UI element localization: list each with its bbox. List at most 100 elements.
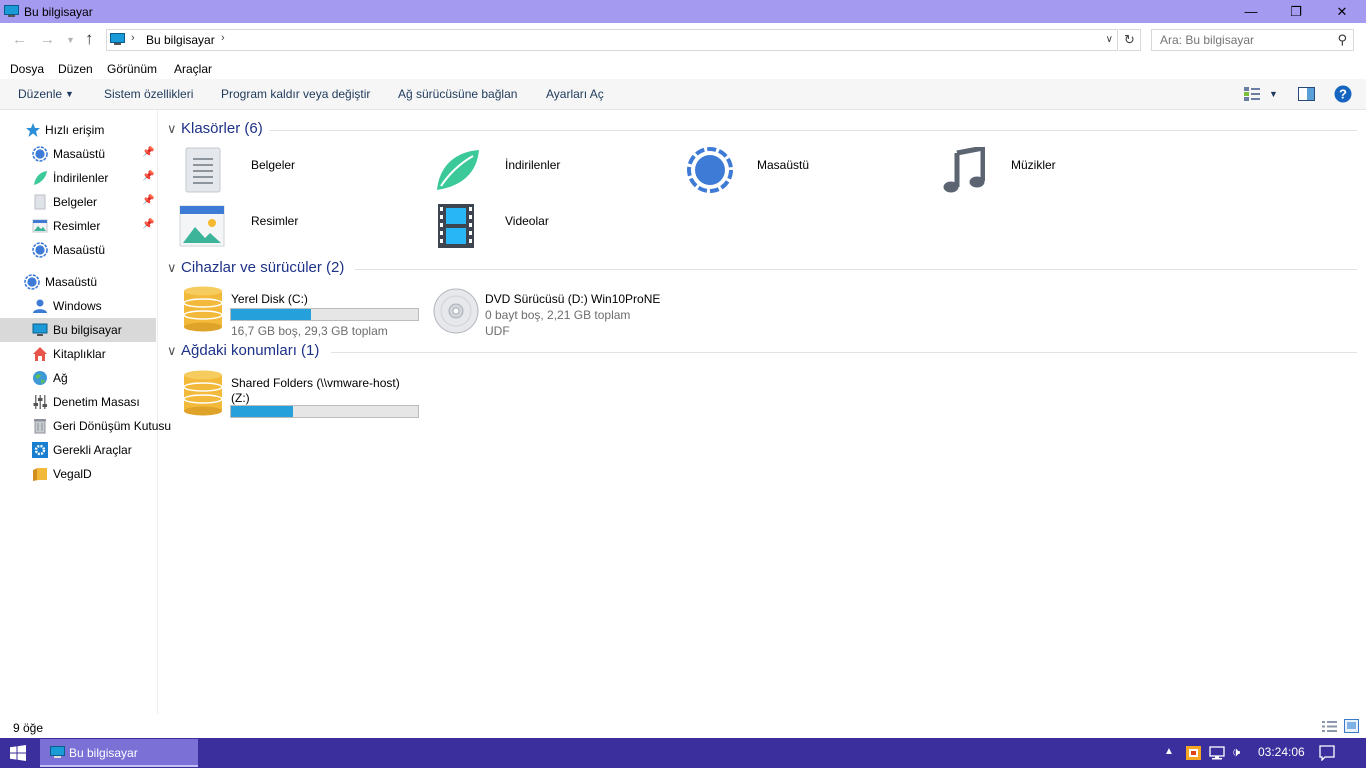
nav-windows[interactable]: Windows: [0, 294, 156, 318]
action-center-icon[interactable]: [1319, 745, 1335, 761]
folder-tile-music[interactable]: Müzikler: [939, 145, 1189, 195]
item-count: 9 öğe: [13, 721, 44, 735]
documents-icon: [185, 147, 221, 193]
nav-vegald[interactable]: VegalD: [0, 462, 156, 486]
group-divider: [355, 269, 1357, 270]
group-header-devices[interactable]: ∨ Cihazlar ve sürücüler (2): [167, 259, 1357, 279]
large-icons-view-icon[interactable]: [1344, 719, 1359, 733]
title-bar[interactable]: Bu bilgisayar — ❐ ✕: [0, 0, 1366, 23]
maximize-button[interactable]: ❐: [1273, 0, 1319, 23]
control-panel-icon: [33, 395, 47, 409]
volume-icon[interactable]: 🕩: [1232, 744, 1240, 760]
nav-recycle-bin[interactable]: Geri Dönüşüm Kutusu: [0, 414, 171, 438]
nav-desktop-root[interactable]: Masaüstü: [0, 270, 156, 294]
nav-quick-desktop[interactable]: Masaüstü 📌: [0, 142, 156, 166]
folder-tile-pictures[interactable]: Resimler: [179, 201, 429, 251]
nav-quick-documents[interactable]: Belgeler 📌: [0, 190, 156, 214]
tray-app-icon[interactable]: [1186, 746, 1201, 760]
folder-tile-videos[interactable]: Videolar: [433, 201, 683, 251]
folder-tile-documents[interactable]: Belgeler: [179, 145, 429, 195]
nav-quick-desktop-2[interactable]: Masaüstü: [0, 238, 156, 262]
nav-this-pc[interactable]: Bu bilgisayar: [0, 318, 156, 342]
network-status-icon[interactable]: [1209, 746, 1225, 760]
computer-icon: [4, 5, 19, 17]
organize-button[interactable]: Düzenle: [18, 87, 62, 101]
group-header-folders[interactable]: ∨ Klasörler (6): [167, 120, 1357, 140]
help-icon[interactable]: ?: [1334, 85, 1352, 103]
collapse-chevron-icon[interactable]: ∨: [167, 343, 177, 359]
nav-quick-pictures[interactable]: Resimler 📌: [0, 214, 156, 238]
nav-quick-downloads[interactable]: İndirilenler 📌: [0, 166, 156, 190]
open-settings-button[interactable]: Ayarları Aç: [546, 87, 604, 101]
downloads-icon: [437, 150, 479, 190]
address-dropdown-chevron-icon[interactable]: ∨: [1106, 34, 1113, 45]
refresh-button[interactable]: ↻: [1119, 29, 1141, 51]
uninstall-program-button[interactable]: Program kaldır veya değiştir: [221, 87, 370, 101]
address-field[interactable]: › Bu bilgisayar › ∨: [106, 29, 1118, 51]
desktop-icon: [32, 242, 48, 258]
search-input[interactable]: [1160, 33, 1330, 47]
preview-pane-icon[interactable]: [1298, 87, 1315, 101]
view-options-icon[interactable]: [1244, 87, 1260, 101]
pin-icon[interactable]: 📌: [142, 195, 154, 206]
close-button[interactable]: ✕: [1319, 0, 1365, 23]
clock[interactable]: 03:24:06: [1258, 745, 1305, 759]
taskbar-window-label: Bu bilgisayar: [69, 746, 138, 760]
map-network-drive-button[interactable]: Ağ sürücüsüne bağlan: [398, 87, 517, 101]
nav-label: Masaüstü: [53, 147, 106, 161]
windows-start-icon[interactable]: [10, 745, 26, 761]
group-divider: [331, 352, 1357, 353]
nav-label: Ağ: [53, 371, 68, 385]
navigation-pane: Hızlı erişim Masaüstü 📌 İndirilenler 📌 B…: [0, 110, 171, 714]
pin-icon[interactable]: 📌: [142, 147, 154, 158]
nav-label: Geri Dönüşüm Kutusu: [53, 419, 172, 433]
drive-usage-bar: [230, 405, 419, 418]
group-header-network[interactable]: ∨ Ağdaki konumları (1): [167, 342, 1357, 362]
tray-overflow-chevron-icon[interactable]: ▲: [1164, 746, 1174, 757]
minimize-button[interactable]: —: [1228, 0, 1274, 23]
folder-tile-desktop[interactable]: Masaüstü: [685, 145, 935, 195]
folder-tile-downloads[interactable]: İndirilenler: [433, 145, 683, 195]
dvd-icon: [433, 288, 479, 334]
drive-tile-shared-folders-z[interactable]: Shared Folders (\\vmware-host) (Z:): [159, 370, 419, 426]
collapse-chevron-icon[interactable]: ∨: [167, 121, 177, 137]
collapse-chevron-icon[interactable]: ∨: [167, 260, 177, 276]
forward-arrow-icon[interactable]: →: [40, 31, 55, 48]
back-arrow-icon[interactable]: ←: [12, 31, 27, 48]
details-view-icon[interactable]: [1322, 720, 1337, 733]
drive-label: Shared Folders (\\vmware-host): [231, 376, 400, 390]
menu-file[interactable]: Dosya: [10, 62, 44, 76]
menu-tools[interactable]: Araçlar: [174, 62, 212, 76]
search-icon[interactable]: ⚲: [1337, 32, 1347, 48]
nav-control-panel[interactable]: Denetim Masası: [0, 390, 156, 414]
nav-network[interactable]: Ağ: [0, 366, 156, 390]
breadcrumb-item[interactable]: Bu bilgisayar: [146, 33, 215, 47]
system-properties-button[interactable]: Sistem özellikleri: [104, 87, 193, 101]
nav-label: Windows: [53, 299, 102, 313]
menu-view[interactable]: Görünüm: [107, 62, 157, 76]
drive-tile-dvd-d[interactable]: DVD Sürücüsü (D:) Win10ProNE 0 bayt boş,…: [413, 286, 663, 342]
recent-locations-chevron-icon[interactable]: ▼: [66, 35, 75, 45]
nav-essential-tools[interactable]: Gerekli Araçlar: [0, 438, 156, 462]
taskbar-window-button[interactable]: Bu bilgisayar: [40, 739, 198, 767]
folder-label: Belgeler: [251, 158, 296, 172]
nav-quick-access[interactable]: Hızlı erişim: [0, 118, 156, 142]
nav-libraries[interactable]: Kitaplıklar: [0, 342, 156, 366]
organize-dropdown-icon[interactable]: ▼: [65, 89, 74, 99]
search-box[interactable]: ⚲: [1151, 29, 1354, 51]
breadcrumb-separator-icon[interactable]: ›: [131, 32, 135, 44]
view-dropdown-icon[interactable]: ▼: [1269, 89, 1278, 99]
menu-edit[interactable]: Düzen: [58, 62, 93, 76]
folder-label: Müzikler: [1011, 158, 1056, 172]
pin-icon[interactable]: 📌: [142, 219, 154, 230]
drive-tile-local-disk-c[interactable]: Yerel Disk (C:) 16,7 GB boş, 29,3 GB top…: [159, 286, 419, 342]
breadcrumb-separator-icon[interactable]: ›: [221, 32, 225, 44]
nav-label: Gerekli Araçlar: [53, 443, 132, 457]
window-title: Bu bilgisayar: [24, 5, 93, 19]
group-title: Klasörler (6): [181, 120, 263, 137]
star-icon: [26, 123, 40, 137]
drive-usage-fill: [231, 309, 312, 320]
up-arrow-icon[interactable]: ↑: [85, 29, 94, 49]
pictures-icon: [32, 219, 48, 233]
pin-icon[interactable]: 📌: [142, 171, 154, 182]
